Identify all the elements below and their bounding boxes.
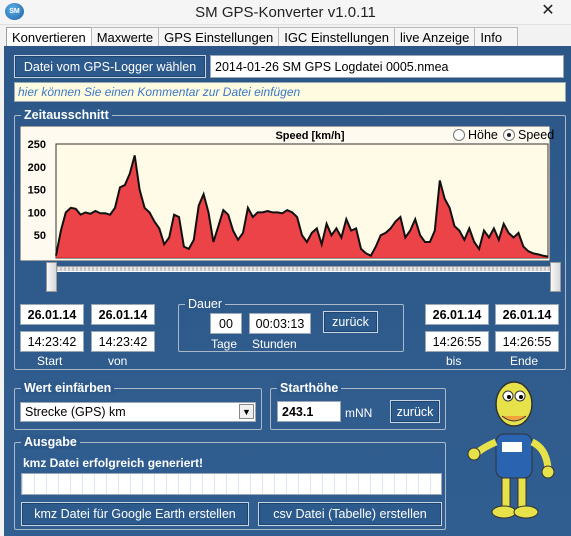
starthoehe-label: Starthöhe [277,381,342,395]
status-message: kmz Datei erfolgreich generiert! [23,456,204,470]
progress-bar [21,473,442,495]
choose-file-button[interactable]: Datei vom GPS-Logger wählen [14,55,206,78]
ende-time-field[interactable]: 14:26:55 [495,331,559,352]
bis-label: bis [446,354,462,368]
time-range-slider[interactable] [48,266,558,272]
stunden-field: 00:03:13 [249,313,311,334]
starthoehe-field[interactable]: 243.1 [277,401,341,422]
filename-field: 2014-01-26 SM GPS Logdatei 0005.nmea [210,55,564,78]
close-icon[interactable]: ✕ [525,0,571,24]
tab-bar: Konvertieren Maxwerte GPS Einstellungen … [6,27,519,47]
start-time-field[interactable]: 14:23:42 [20,331,84,352]
bis-time-field[interactable]: 14:26:55 [425,331,489,352]
chart-title: Speed [km/h] [275,130,344,142]
starthoehe-unit: mNN [345,406,373,420]
y-tick-label: 150 [28,185,46,197]
starthoehe-reset-button[interactable]: zurück [390,400,440,423]
mascot-image [467,381,555,519]
tab-konvertieren[interactable]: Konvertieren [6,27,92,47]
dauer-label: Dauer [185,297,226,311]
title-bar: SM SM GPS-Konverter v1.0.11 ✕ [0,0,571,25]
ende-label: Ende [510,354,539,368]
bis-date-field[interactable]: 26.01.14 [425,304,489,325]
start-label: Start [37,354,63,368]
ausgabe-label: Ausgabe [21,435,80,449]
radio-hoehe-label: Höhe [468,128,498,142]
slider-handle-left[interactable] [46,262,57,292]
radio-hoehe[interactable]: Höhe [453,128,498,142]
wert-einfaerben-label: Wert einfärben [21,381,115,395]
radio-speed-circle[interactable] [503,129,515,141]
y-tick-label: 200 [28,162,46,174]
tage-field: 00 [210,313,242,334]
chevron-down-icon[interactable]: ▼ [239,404,254,419]
color-value-select[interactable]: Strecke (GPS) km [20,402,256,422]
stunden-label: Stunden [252,337,297,351]
y-tick-label: 100 [28,207,46,219]
ende-date-field[interactable]: 26.01.14 [495,304,559,325]
radio-hoehe-circle[interactable] [453,129,465,141]
von-date-field[interactable]: 26.01.14 [91,304,155,325]
von-label: von [108,354,128,368]
tage-label: Tage [211,337,238,351]
zeitausschnitt-label: Zeitausschnitt [21,108,112,122]
y-tick-label: 50 [34,230,46,242]
start-date-field[interactable]: 26.01.14 [20,304,84,325]
comment-input[interactable]: hier können Sie einen Kommentar zur Date… [14,82,566,102]
speed-chart: Speed [km/h] 50 100 150 200 250 [20,126,550,261]
kmz-export-button[interactable]: kmz Datei für Google Earth erstellen [21,502,249,526]
tab-maxwerte[interactable]: Maxwerte [90,27,160,46]
window-title: SM GPS-Konverter v1.0.11 [195,4,376,21]
dauer-reset-button[interactable]: zurück [323,311,378,333]
von-time-field[interactable]: 14:23:42 [91,331,155,352]
tab-info[interactable]: Info [474,27,519,46]
radio-speed[interactable]: Speed [503,128,554,142]
slider-handle-right[interactable] [550,262,561,292]
tab-live-anzeige[interactable]: live Anzeige [393,27,476,46]
tab-igc-einstellungen[interactable]: IGC Einstellungen [278,27,395,46]
y-tick-label: 250 [28,139,46,151]
tab-gps-einstellungen[interactable]: GPS Einstellungen [158,27,280,46]
radio-speed-label: Speed [518,128,555,142]
csv-export-button[interactable]: csv Datei (Tabelle) erstellen [258,502,442,526]
